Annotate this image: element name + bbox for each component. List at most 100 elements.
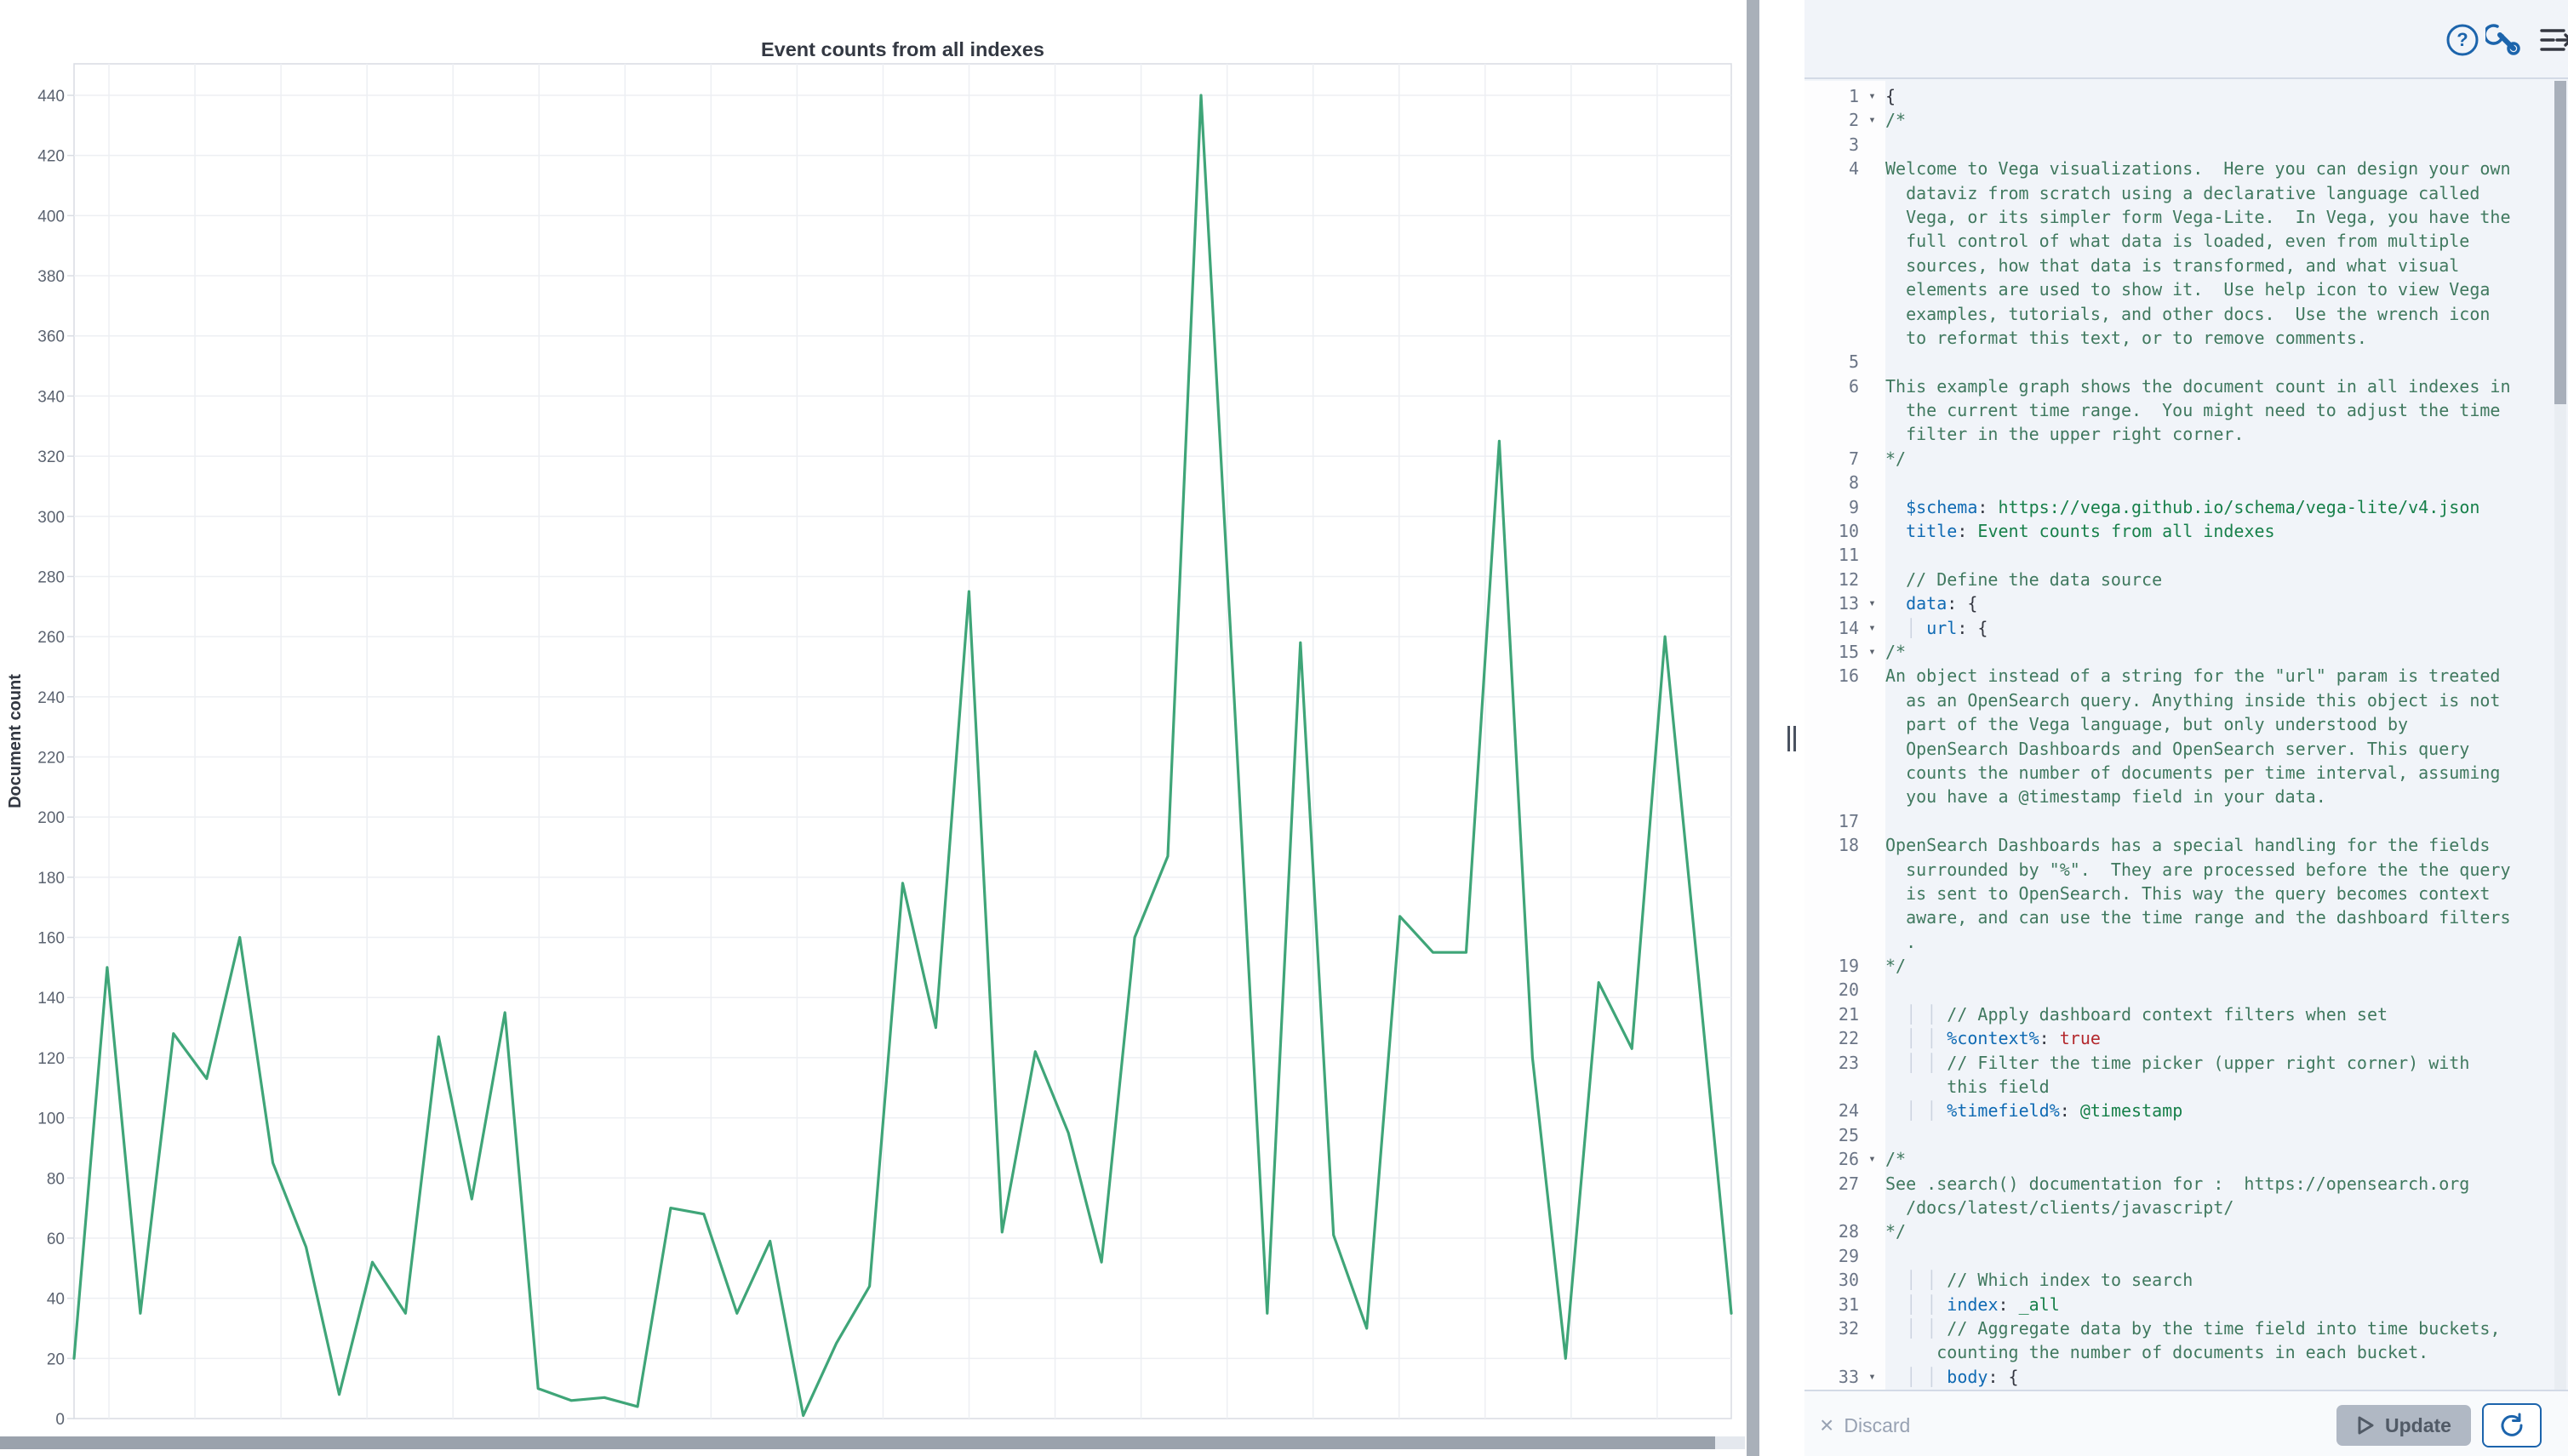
fold-spacer <box>1859 374 1885 398</box>
svg-text:400: 400 <box>37 208 65 226</box>
fold-spacer <box>1859 1268 1885 1292</box>
code-text: OpenSearch Dashboards has a special hand… <box>1885 833 2549 857</box>
fold-arrow-icon[interactable]: ▾ <box>1859 1365 1885 1389</box>
editor-line: 30 │ │ // Which index to search <box>1804 1268 2549 1292</box>
discard-button[interactable]: × Discard <box>1820 1408 1910 1442</box>
code-text <box>1885 543 2549 567</box>
fold-spacer <box>1859 1293 1885 1316</box>
code-text: part of the Vega language, but only unde… <box>1885 712 2549 736</box>
fold-spacer <box>1859 277 1885 301</box>
code-text: An object instead of a string for the "u… <box>1885 664 2549 688</box>
editor-line: 25 <box>1804 1123 2549 1147</box>
line-number: 26 <box>1804 1147 1859 1171</box>
editor-line: 16An object instead of a string for the … <box>1804 664 2549 688</box>
fold-spacer <box>1859 422 1885 446</box>
chart-horizontal-scrollbar[interactable] <box>0 1436 1745 1449</box>
line-number: 20 <box>1804 978 1859 1002</box>
code-text: aware, and can use the time range and th… <box>1885 905 2549 929</box>
fold-arrow-icon[interactable]: ▾ <box>1859 591 1885 615</box>
fold-spacer <box>1859 398 1885 422</box>
editor-line: 26▾/* <box>1804 1147 2549 1171</box>
fold-spacer <box>1859 471 1885 494</box>
fold-spacer <box>1859 1316 1885 1340</box>
line-number <box>1804 229 1859 253</box>
help-icon[interactable]: ? <box>2445 22 2480 58</box>
line-number: 21 <box>1804 1002 1859 1026</box>
svg-text:Document count: Document count <box>6 674 25 808</box>
fold-spacer <box>1859 350 1885 374</box>
editor-line: the current time range. You might need t… <box>1804 398 2549 422</box>
fold-spacer <box>1859 495 1885 519</box>
code-text: │ │ index: _all <box>1885 1293 2549 1316</box>
svg-text:380: 380 <box>37 268 65 286</box>
code-text: │ │ // Aggregate data by the time field … <box>1885 1316 2549 1340</box>
editor-line: 22 │ │ %context%: true <box>1804 1026 2549 1050</box>
editor-line: 27See .search() documentation for : http… <box>1804 1172 2549 1196</box>
editor-line: 32 │ │ // Aggregate data by the time fie… <box>1804 1316 2549 1340</box>
svg-text:300: 300 <box>37 509 65 527</box>
fold-spacer <box>1859 543 1885 567</box>
editor-line: as an OpenSearch query. Anything inside … <box>1804 688 2549 712</box>
line-number: 1 <box>1804 84 1859 108</box>
fold-spacer <box>1859 1172 1885 1196</box>
code-text: Vega, or its simpler form Vega-Lite. In … <box>1885 205 2549 229</box>
editor-line: is sent to OpenSearch. This way the quer… <box>1804 882 2549 905</box>
svg-text:60: 60 <box>47 1230 65 1248</box>
wrench-icon[interactable] <box>2485 22 2521 58</box>
editor-scrollbar-thumb[interactable] <box>2554 81 2566 404</box>
chart-horizontal-scrollbar-thumb[interactable] <box>0 1436 1715 1449</box>
editor-line: 3 <box>1804 133 2549 157</box>
code-text: /* <box>1885 108 2549 132</box>
editor-line: 23 │ │ // Filter the time picker (upper … <box>1804 1051 2549 1075</box>
code-text: Welcome to Vega visualizations. Here you… <box>1885 157 2549 180</box>
editor-line: 33▾ │ │ body: { <box>1804 1365 2549 1389</box>
fold-arrow-icon[interactable]: ▾ <box>1859 108 1885 132</box>
fold-spacer <box>1859 254 1885 277</box>
panel-resize-handle-icon[interactable] <box>1786 726 1799 751</box>
line-number <box>1804 181 1859 205</box>
svg-text:0: 0 <box>55 1411 65 1429</box>
fold-spacer <box>1859 882 1885 905</box>
editor-scrollbar[interactable] <box>2554 81 2566 1390</box>
editor-line: 1▾{ <box>1804 84 2549 108</box>
line-number: 24 <box>1804 1099 1859 1122</box>
line-number: 10 <box>1804 519 1859 543</box>
code-text: . <box>1885 930 2549 954</box>
editor-line: 31 │ │ index: _all <box>1804 1293 2549 1316</box>
line-number <box>1804 688 1859 712</box>
visualization-panel: 0204060801001201401601802002202402602803… <box>0 0 1745 1456</box>
editor-line: 19*/ <box>1804 954 2549 978</box>
editor-line: 7*/ <box>1804 447 2549 471</box>
svg-text:120: 120 <box>37 1050 65 1068</box>
update-button[interactable]: Update <box>2336 1405 2471 1446</box>
fold-spacer <box>1859 664 1885 688</box>
code-text <box>1885 978 2549 1002</box>
refresh-button[interactable] <box>2482 1403 2542 1447</box>
chart-vertical-scrollbar[interactable] <box>1747 0 1759 1456</box>
svg-text:180: 180 <box>37 870 65 888</box>
code-text: filter in the upper right corner. <box>1885 422 2549 446</box>
editor-line: 17 <box>1804 809 2549 833</box>
line-number: 32 <box>1804 1316 1859 1340</box>
code-editor[interactable]: 1▾{2▾/*34Welcome to Vega visualizations.… <box>1804 81 2568 1390</box>
fold-spacer <box>1859 1340 1885 1364</box>
line-number <box>1804 422 1859 446</box>
close-icon: × <box>1820 1413 1833 1437</box>
code-text: │ │ %timefield%: @timestamp <box>1885 1099 2549 1122</box>
fold-arrow-icon[interactable]: ▾ <box>1859 84 1885 108</box>
fold-arrow-icon[interactable]: ▾ <box>1859 616 1885 640</box>
fold-arrow-icon[interactable]: ▾ <box>1859 1147 1885 1171</box>
fold-spacer <box>1859 205 1885 229</box>
line-number <box>1804 254 1859 277</box>
apply-lines-icon[interactable] <box>2538 22 2568 58</box>
editor-line: to reformat this text, or to remove comm… <box>1804 326 2549 350</box>
svg-text:20: 20 <box>47 1350 65 1368</box>
code-text <box>1885 133 2549 157</box>
line-number: 9 <box>1804 495 1859 519</box>
code-text: is sent to OpenSearch. This way the quer… <box>1885 882 2549 905</box>
code-text: dataviz from scratch using a declarative… <box>1885 181 2549 205</box>
line-number <box>1804 882 1859 905</box>
fold-spacer <box>1859 1123 1885 1147</box>
fold-arrow-icon[interactable]: ▾ <box>1859 640 1885 664</box>
svg-text:Event counts from all indexes: Event counts from all indexes <box>761 38 1044 60</box>
